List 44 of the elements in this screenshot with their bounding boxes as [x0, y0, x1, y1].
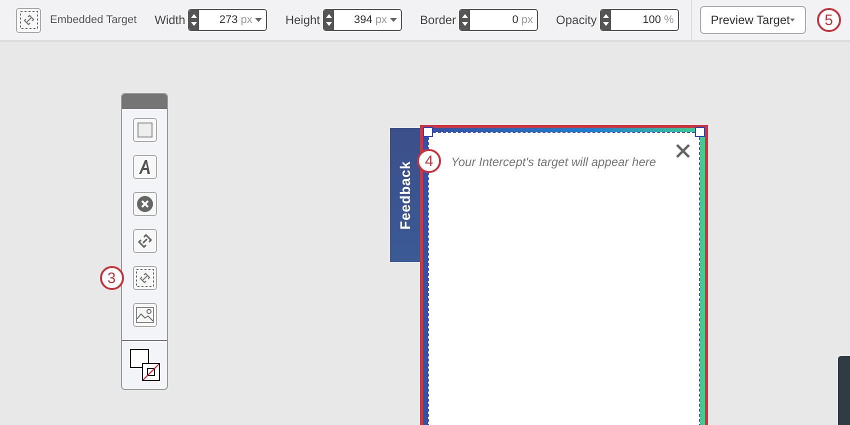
caret-icon[interactable]	[390, 18, 398, 22]
field-label: Width	[154, 13, 186, 27]
tool-button[interactable]	[132, 155, 156, 179]
tool-button[interactable]	[132, 303, 156, 327]
unit-label: px	[375, 14, 388, 26]
tool-button[interactable]	[132, 118, 156, 142]
field-label: Opacity	[556, 13, 597, 27]
link-icon[interactable]	[138, 234, 152, 248]
field-value: 0	[512, 14, 518, 26]
tool-button[interactable]	[132, 192, 156, 216]
feedback-tab[interactable]: Feedback	[390, 128, 420, 262]
element-label: Embedded Target	[50, 14, 137, 26]
number-field[interactable]: 394 px	[323, 9, 402, 31]
tool-button[interactable]	[132, 229, 156, 253]
rectangle-icon[interactable]	[136, 122, 152, 138]
callout-number: 3	[100, 266, 124, 290]
close-icon[interactable]	[136, 196, 152, 212]
callout-number: 5	[816, 8, 841, 32]
number-field[interactable]: 273 px	[188, 9, 268, 31]
unit-label: px	[521, 14, 534, 26]
letter-icon[interactable]	[138, 159, 152, 175]
number-field[interactable]: 0 px	[459, 9, 538, 31]
stepper-icon[interactable]	[462, 13, 468, 27]
close-icon[interactable]	[675, 143, 691, 159]
field-label: Height	[285, 13, 320, 27]
preview-target-button[interactable]: Preview Target	[700, 6, 806, 34]
field-value: 100	[642, 14, 661, 26]
caret-icon[interactable]	[790, 18, 795, 22]
callout-number: 4	[417, 149, 441, 173]
stepper-icon[interactable]	[191, 13, 198, 27]
image-icon[interactable]	[136, 307, 154, 323]
field-label: Border	[420, 13, 456, 27]
stepper-icon[interactable]	[602, 13, 609, 27]
dashed-link-icon[interactable]	[136, 269, 154, 287]
feedback-label: Feedback	[397, 160, 413, 230]
number-field[interactable]: 100 %	[600, 9, 679, 31]
target-placeholder-text: Your Intercept's target will appear here	[451, 155, 656, 169]
unit-label: %	[664, 14, 674, 26]
color-swatch-icon[interactable]	[130, 349, 160, 381]
stepper-icon[interactable]	[326, 13, 332, 27]
field-value: 394	[354, 14, 372, 26]
caret-icon[interactable]	[255, 18, 262, 22]
field-value: 273	[219, 14, 238, 26]
unit-label: px	[240, 14, 252, 26]
